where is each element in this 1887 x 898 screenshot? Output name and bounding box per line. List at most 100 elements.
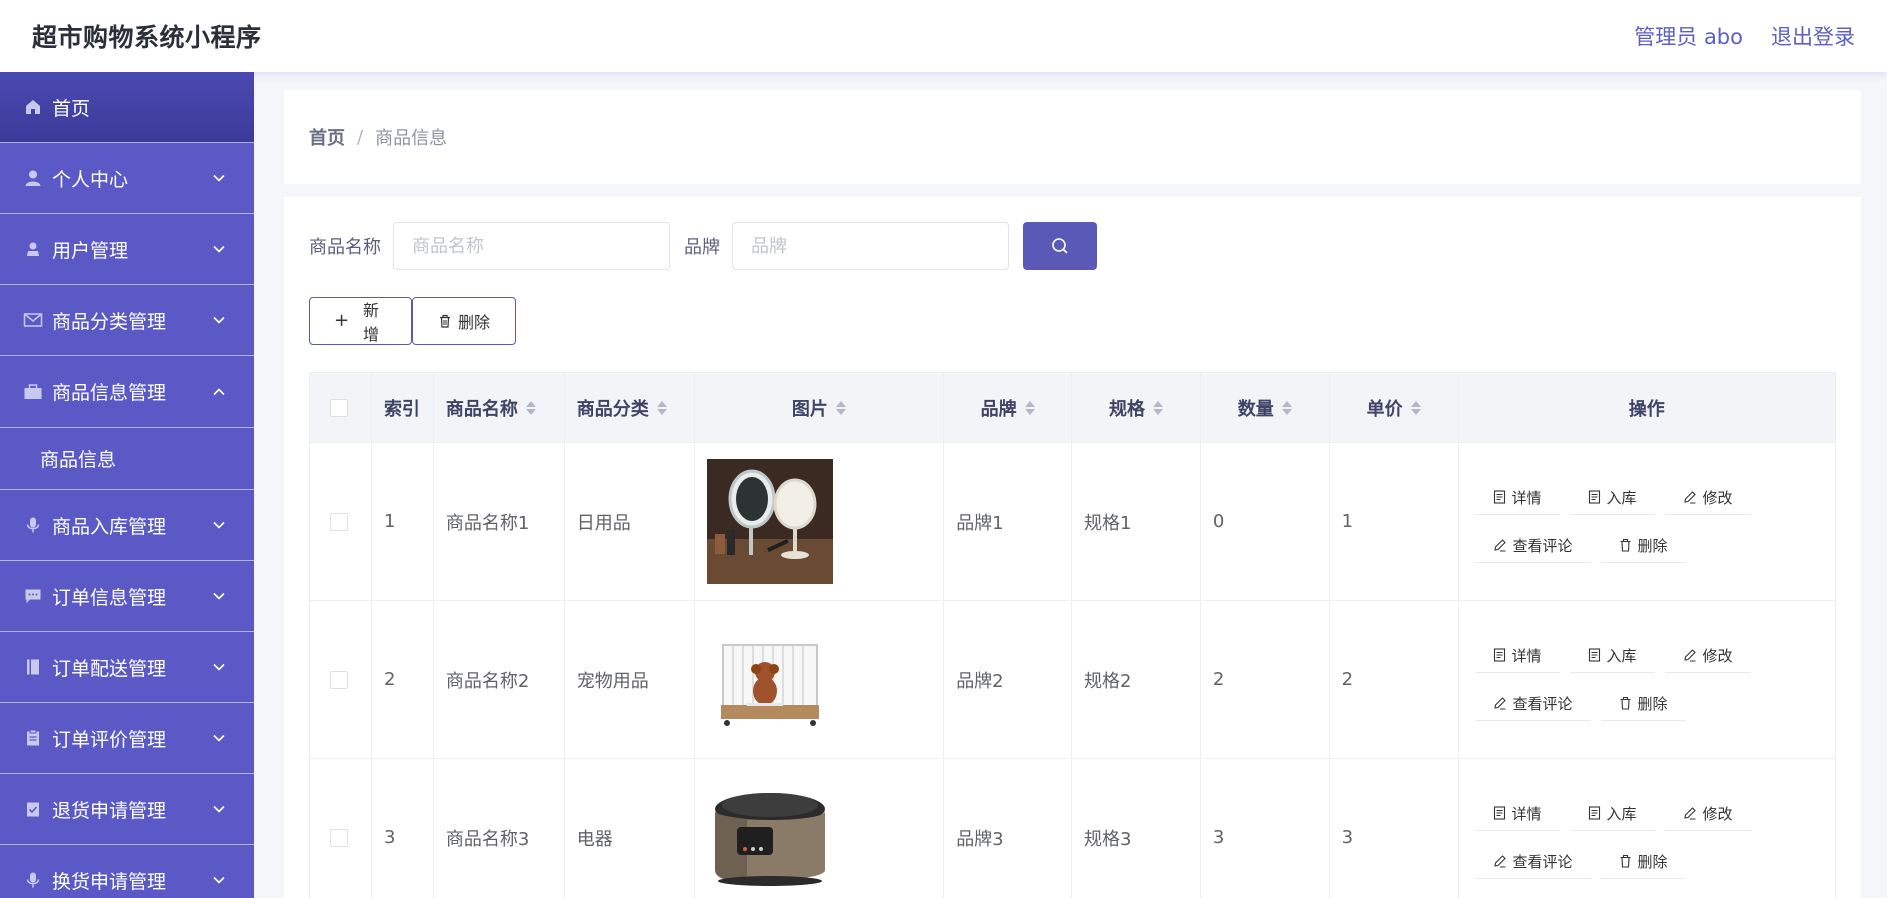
pencil-icon: [1493, 539, 1506, 552]
sort-icon[interactable]: [1024, 400, 1035, 415]
row-actions-line: 详情 入库 修改: [1474, 481, 1751, 515]
header-name-label: 商品名称: [445, 398, 518, 420]
sidebar-item-stock-in-management[interactable]: 商品入库管理: [0, 490, 254, 561]
briefcase-icon: [22, 381, 44, 403]
header-index: 索引: [372, 373, 434, 442]
delete-label: 删除: [1637, 694, 1668, 713]
pencil-icon: [1683, 807, 1696, 820]
brand-input[interactable]: [732, 222, 1009, 270]
product-image-mirror[interactable]: [706, 459, 833, 584]
header-spec[interactable]: 规格: [1072, 373, 1201, 442]
document-icon: [1493, 806, 1505, 820]
app-title: 超市购物系统小程序: [32, 23, 262, 52]
select-all-checkbox[interactable]: [330, 398, 348, 417]
sidebar-item-label: 商品信息管理: [52, 382, 167, 404]
row-select-cell: [310, 601, 372, 758]
sidebar-item-delivery-management[interactable]: 订单配送管理: [0, 632, 254, 703]
delete-label: 删除: [1637, 536, 1668, 555]
edit-button[interactable]: 修改: [1664, 797, 1751, 831]
stock-in-button[interactable]: 入库: [1569, 797, 1655, 831]
edit-button[interactable]: 修改: [1664, 481, 1751, 515]
sidebar-item-label: 首页: [52, 97, 91, 120]
row-checkbox[interactable]: [330, 828, 348, 847]
toolbar: + 新增 删除: [309, 297, 516, 345]
row-checkbox[interactable]: [330, 670, 348, 689]
sidebar-item-personal-center[interactable]: 个人中心: [0, 143, 254, 214]
sidebar-item-label: 订单信息管理: [52, 586, 167, 609]
batch-delete-button[interactable]: 删除: [412, 297, 516, 345]
sidebar-item-return-management[interactable]: 退货申请管理: [0, 774, 254, 845]
sort-icon[interactable]: [656, 400, 667, 415]
stock-in-label: 入库: [1606, 804, 1637, 823]
cell-name: 商品名称3: [434, 759, 565, 898]
detail-button[interactable]: 详情: [1474, 481, 1560, 515]
cell-index: 1: [372, 443, 434, 600]
sidebar-item-product-management[interactable]: 商品信息管理: [0, 356, 254, 428]
product-image-pet-cage[interactable]: [706, 617, 833, 742]
checklist-icon: [22, 798, 44, 820]
breadcrumb-current: 商品信息: [375, 128, 448, 149]
header-brand[interactable]: 品牌: [944, 373, 1073, 442]
row-actions: 详情 入库 修改 查看评论 删除: [1471, 481, 1751, 563]
cell-image: [695, 759, 945, 898]
view-reviews-button[interactable]: 查看评论: [1474, 687, 1591, 721]
sort-icon[interactable]: [1281, 400, 1292, 415]
delete-button[interactable]: 删除: [1600, 687, 1686, 721]
sort-icon[interactable]: [1410, 400, 1421, 415]
product-name-input[interactable]: [393, 222, 670, 270]
sidebar-item-home[interactable]: 首页: [0, 72, 254, 143]
header-image[interactable]: 图片: [695, 373, 945, 442]
row-checkbox[interactable]: [330, 512, 348, 531]
clipboard-icon: [22, 727, 44, 749]
sidebar-item-order-management[interactable]: 订单信息管理: [0, 561, 254, 632]
sidebar-subitem-product-info[interactable]: 商品信息: [0, 428, 254, 490]
header-category[interactable]: 商品分类: [565, 373, 695, 442]
sort-icon[interactable]: [835, 400, 846, 415]
breadcrumb-home[interactable]: 首页: [309, 124, 345, 150]
cell-image: [695, 443, 945, 600]
cell-price: 1: [1330, 443, 1459, 600]
header-quantity[interactable]: 数量: [1201, 373, 1330, 442]
header-index-label: 索引: [383, 398, 420, 420]
row-select-cell: [310, 759, 372, 898]
view-reviews-button[interactable]: 查看评论: [1474, 845, 1591, 879]
sort-icon[interactable]: [525, 400, 536, 415]
sidebar-item-category-management[interactable]: 商品分类管理: [0, 285, 254, 356]
detail-button[interactable]: 详情: [1474, 639, 1560, 673]
chevron-down-icon: [213, 734, 225, 742]
user-icon: [22, 167, 44, 189]
cell-brand: 品牌1: [944, 443, 1073, 600]
row-actions: 详情 入库 修改 查看评论 删除: [1471, 797, 1751, 879]
stock-in-button[interactable]: 入库: [1569, 481, 1655, 515]
header-price[interactable]: 单价: [1330, 373, 1459, 442]
table-header: 索引 商品名称 商品分类 图片 品牌 规格 数量 单价 操作: [310, 373, 1835, 443]
header-name[interactable]: 商品名称: [434, 373, 565, 442]
stock-in-button[interactable]: 入库: [1569, 639, 1655, 673]
logout-link[interactable]: 退出登录: [1771, 21, 1855, 51]
detail-label: 详情: [1511, 488, 1542, 507]
edit-button[interactable]: 修改: [1664, 639, 1751, 673]
product-image-rice-cooker[interactable]: [706, 775, 833, 898]
admin-user-label[interactable]: 管理员 abo: [1634, 21, 1743, 51]
detail-button[interactable]: 详情: [1474, 797, 1560, 831]
table-row: 2 商品名称2 宠物用品 品牌2 规格2 2 2 详情 入库 修改 查看评论 删…: [310, 601, 1835, 759]
delete-button[interactable]: 删除: [1600, 845, 1686, 879]
sidebar-item-exchange-management[interactable]: 换货申请管理: [0, 845, 254, 898]
add-button[interactable]: + 新增: [309, 297, 412, 345]
cell-name: 商品名称2: [434, 601, 565, 758]
search-button[interactable]: [1023, 222, 1097, 270]
cell-actions: 详情 入库 修改 查看评论 删除: [1459, 443, 1835, 600]
search-icon: [1052, 238, 1068, 254]
view-reviews-button[interactable]: 查看评论: [1474, 529, 1591, 563]
document-icon: [1588, 490, 1600, 504]
breadcrumb-separator: /: [357, 126, 364, 148]
row-actions-line: 详情 入库 修改: [1474, 797, 1751, 831]
sidebar-item-review-management[interactable]: 订单评价管理: [0, 703, 254, 774]
sort-icon[interactable]: [1152, 400, 1163, 415]
row-select-cell: [310, 443, 372, 600]
cell-category: 日用品: [565, 443, 695, 600]
sidebar-item-user-management[interactable]: 用户管理: [0, 214, 254, 285]
cell-brand: 品牌2: [944, 601, 1073, 758]
header-actions: 管理员 abo 退出登录: [1634, 21, 1855, 51]
delete-button[interactable]: 删除: [1600, 529, 1686, 563]
